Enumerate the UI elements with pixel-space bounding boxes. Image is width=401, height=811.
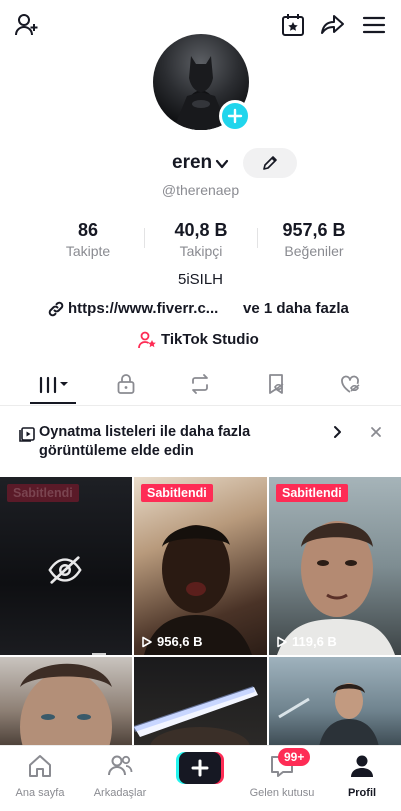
bottom-navigation: Ana sayfa Arkadaşlar Gelen kutusu 99+ Pr… [0,745,401,811]
profile-stats: 86 Takipte 40,8 B Takipçi 957,6 B Beğeni… [0,220,401,260]
user-handle: @therenaep [161,182,240,198]
thumbnail-art [134,686,258,745]
inbox-badge: 99+ [278,748,311,766]
video-thumbnail[interactable] [0,657,132,745]
username[interactable]: eren [172,152,212,174]
pinned-badge: Sabitlendi [141,484,213,502]
nav-label: Arkadaşlar [93,787,147,799]
eye-hidden-icon [48,556,82,584]
menu-icon[interactable] [359,10,389,40]
close-icon[interactable] [368,424,384,440]
studio-label: TikTok Studio [161,331,259,348]
plus-icon [227,108,243,124]
nav-label: Gelen kutusu [249,787,315,799]
stat-divider [257,228,258,248]
stat-value: 40,8 B [174,220,228,240]
nav-friends[interactable]: Arkadaşlar [80,746,160,811]
profile-icon [351,755,373,777]
studio-icon [138,331,156,349]
bio-link[interactable]: https://www.fiverr.c... [68,300,218,317]
tab-liked[interactable] [322,364,378,404]
create-button[interactable] [176,752,224,784]
edit-profile-button[interactable] [243,148,297,178]
thumbnail-art [20,663,112,745]
friends-icon [108,755,133,776]
stat-likes[interactable]: 957,6 B Beğeniler [259,220,369,259]
bookmark-hidden-icon [269,374,284,394]
nav-profile[interactable]: Profil [322,746,401,811]
thumbnail-art [144,525,252,655]
create-plus-icon [176,752,224,784]
tab-private[interactable] [98,364,154,404]
progress-mark [92,653,106,655]
chevron-down-icon[interactable] [214,156,230,172]
name-row: eren [0,148,401,178]
thumbnail-art [277,521,395,655]
playlist-banner[interactable]: Oynatma listeleri ile daha fazla görüntü… [0,416,401,470]
video-thumbnail[interactable]: Sabitlendi 956,6 B [134,477,267,655]
stat-divider [144,228,145,248]
home-icon [29,755,51,777]
banner-text: Oynatma listeleri ile daha fazla görüntü… [39,424,251,459]
video-thumbnail[interactable]: Sabitlendi 119,6 B [269,477,401,655]
nav-label: Profil [347,787,377,799]
tiktok-studio-link[interactable]: TikTok Studio [0,329,401,351]
profile-tabs [0,364,401,406]
stat-label: Beğeniler [284,243,344,259]
stat-label: Takipçi [179,243,223,259]
play-icon [277,636,287,647]
add-avatar-button[interactable] [219,100,251,132]
stat-label: Takipte [65,243,111,259]
tab-favorites[interactable] [248,364,304,404]
stat-value: 86 [77,220,99,240]
video-thumbnail[interactable] [269,657,401,745]
tab-videos[interactable] [25,364,81,404]
add-friend-icon[interactable] [12,10,42,40]
chevron-right-icon[interactable] [329,424,345,440]
play-icon [142,636,152,647]
video-thumbnail[interactable]: Sabitlendi [0,477,132,655]
heart-hidden-icon [341,375,360,393]
pencil-icon [263,156,277,170]
lock-icon [117,374,135,394]
nav-home[interactable]: Ana sayfa [0,746,80,811]
view-count: 956,6 B [141,634,203,649]
thumbnail-art [278,683,379,745]
more-links[interactable]: ve 1 daha fazla [243,300,349,317]
pinned-badge: Sabitlendi [276,484,348,502]
share-icon[interactable] [318,10,348,40]
stat-followers[interactable]: 40,8 B Takipçi [146,220,256,259]
creator-tools-icon[interactable] [278,10,308,40]
stat-value: 957,6 B [282,220,346,240]
nav-label: Ana sayfa [15,787,65,799]
video-thumbnail[interactable] [134,657,267,745]
repost-icon [192,374,208,394]
videos-grid-icon [39,376,68,394]
active-tab-indicator [30,402,76,404]
bio-text: 5iSILH [177,271,224,288]
view-count-value: 119,6 B [292,634,337,649]
profile-avatar[interactable] [153,34,251,132]
tab-reposts[interactable] [172,364,228,404]
video-grid: Sabitlendi Sabitlendi 956,6 B Sabitlendi… [0,477,401,745]
view-count-value: 956,6 B [157,634,203,649]
playlist-icon [19,427,35,442]
bio-link-row[interactable]: https://www.fiverr.c... ve 1 daha fazla [0,299,401,319]
pinned-badge: Sabitlendi [7,484,79,502]
stat-following[interactable]: 86 Takipte [33,220,143,259]
link-icon [48,301,64,317]
view-count: 119,6 B [276,634,337,649]
